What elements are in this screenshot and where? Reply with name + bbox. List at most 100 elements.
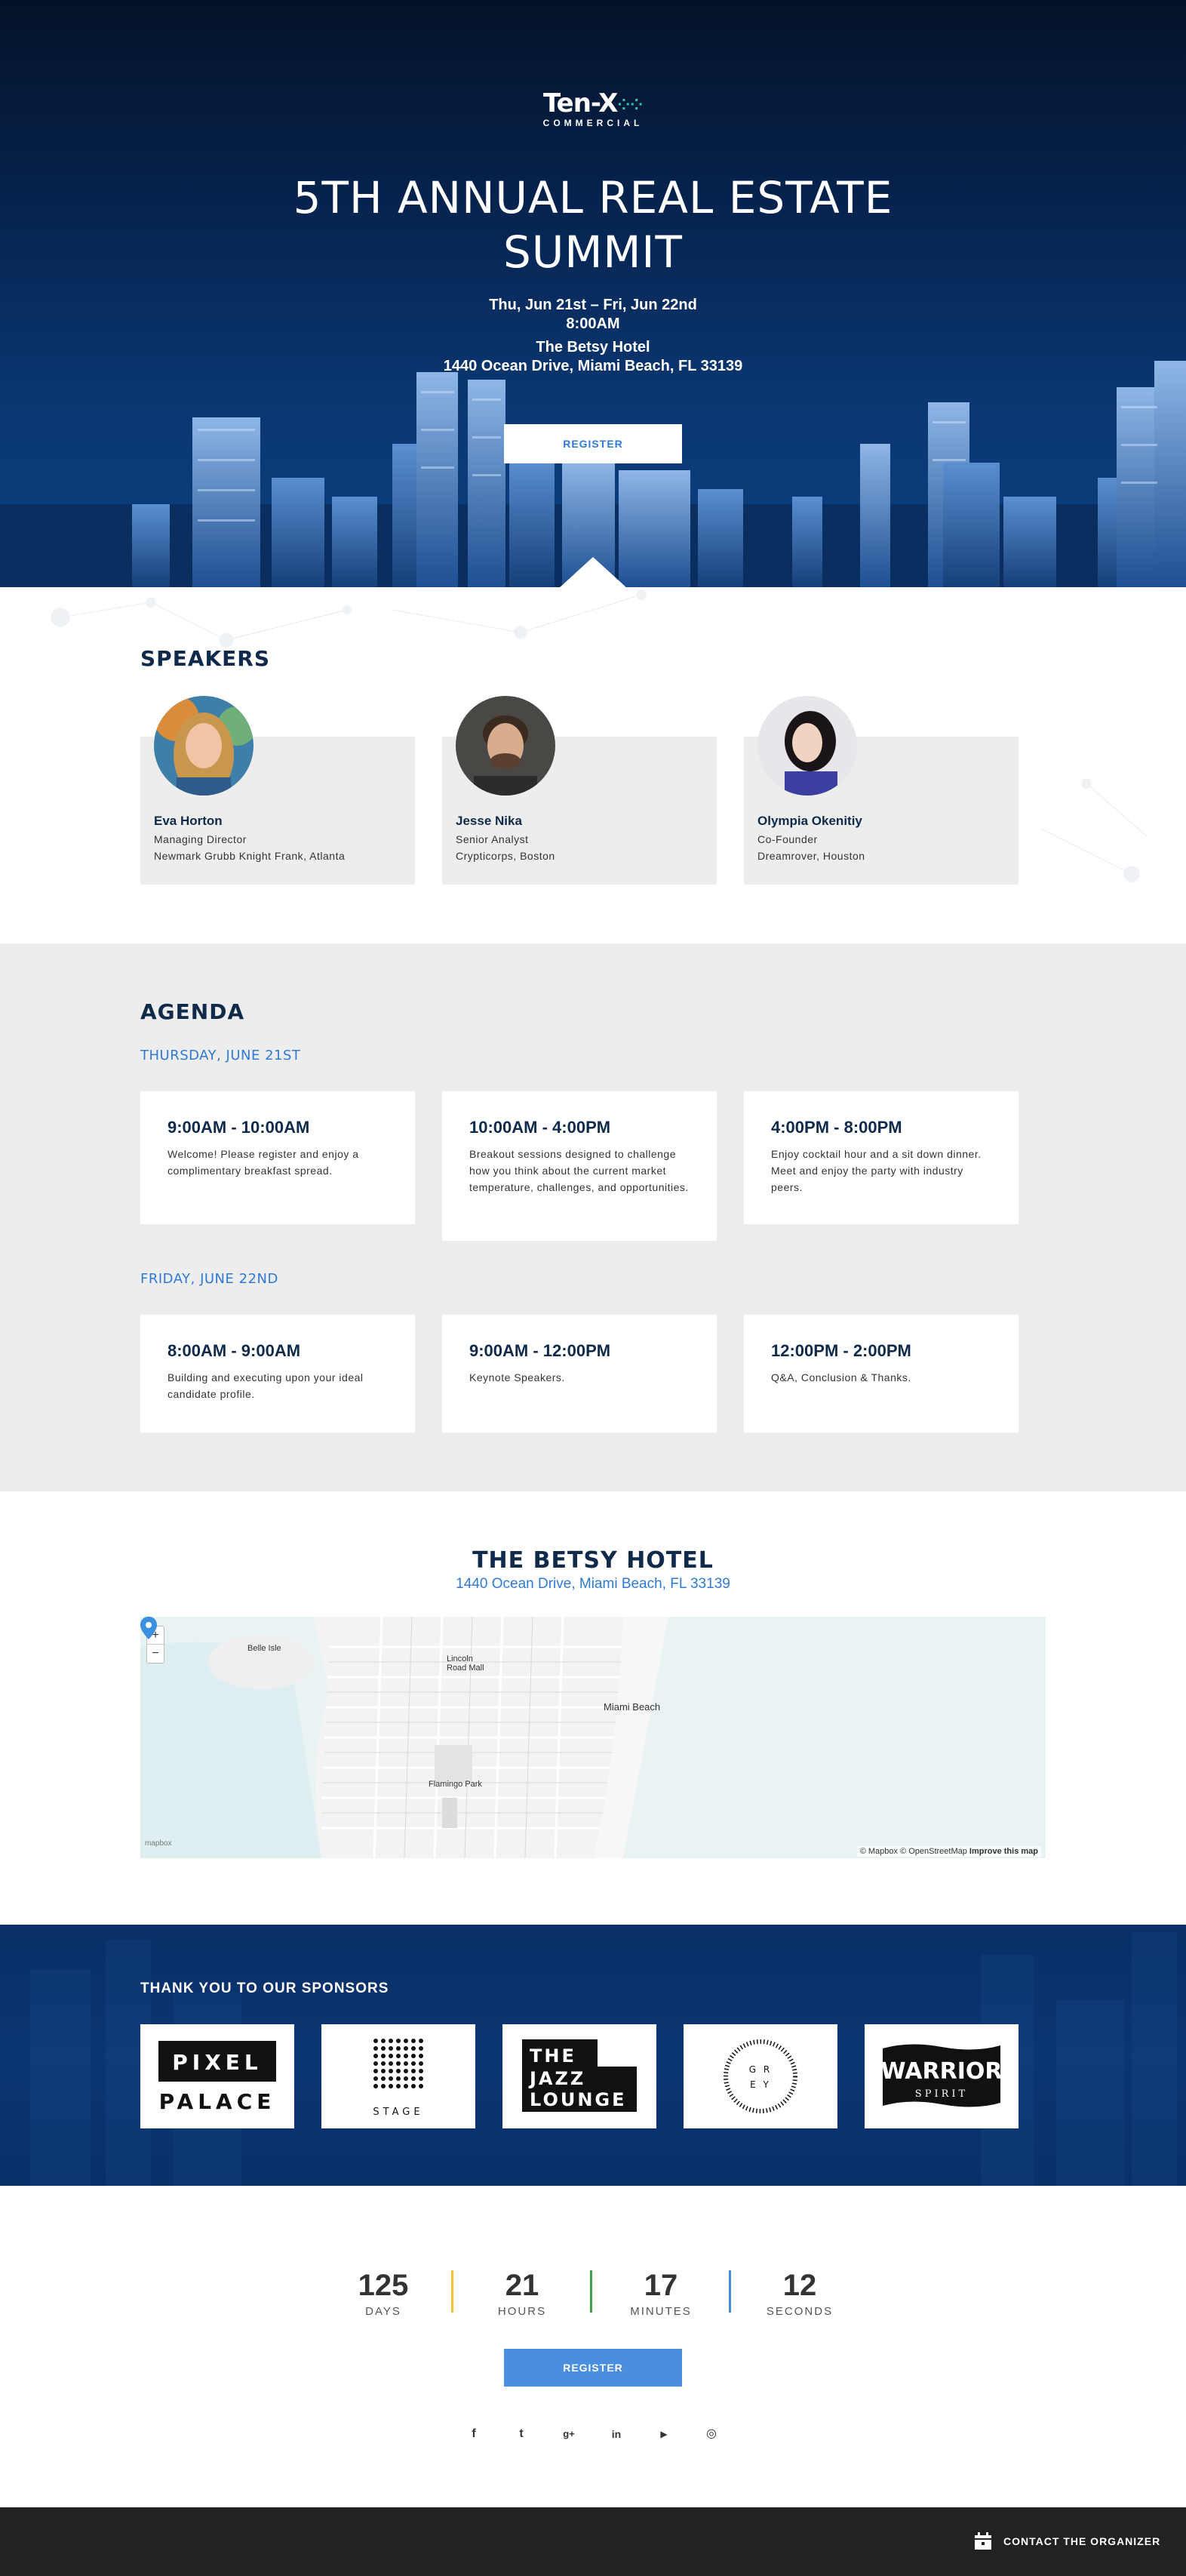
- sponsor-text: PALACE: [159, 2089, 276, 2114]
- contact-organizer-button[interactable]: CONTACT THE ORGANIZER: [973, 2528, 1160, 2554]
- ten-x-logo[interactable]: Ten-X⁘⁘ COMMERCIAL: [533, 91, 653, 130]
- speaker-card[interactable]: Jesse Nika Senior Analyst Crypticorps, B…: [442, 696, 717, 885]
- agenda-session-card: 10:00AM - 4:00PM Breakout sessions desig…: [442, 1091, 717, 1241]
- improve-map-link[interactable]: Improve this map: [969, 1847, 1038, 1856]
- stage-logo-dot: [404, 2069, 408, 2073]
- sponsor-text: WARRIOR: [881, 2058, 1003, 2085]
- session-time: 8:00AM - 9:00AM: [167, 1341, 301, 1360]
- session-description: Enjoy cocktail hour and a sit down dinne…: [771, 1148, 982, 1193]
- facebook-icon[interactable]: f: [464, 2424, 484, 2444]
- sponsor-text: THE: [530, 2045, 576, 2067]
- sponsor-logo-pixel-palace[interactable]: PIXEL PALACE: [140, 2024, 294, 2128]
- stage-logo-dot: [411, 2076, 416, 2081]
- speaker-avatar: [154, 696, 253, 796]
- stage-logo-dot: [419, 2061, 423, 2066]
- venue-address-link[interactable]: 1440 Ocean Drive, Miami Beach, FL 33139: [367, 1576, 819, 1593]
- session-description: Q&A, Conclusion & Thanks.: [771, 1371, 911, 1383]
- stage-logo-dot: [404, 2039, 408, 2043]
- countdown-label: MINUTES: [630, 2305, 692, 2318]
- sponsor-text: E Y: [750, 2079, 771, 2090]
- stage-logo-dot: [389, 2084, 393, 2088]
- stage-logo-dot: [381, 2084, 386, 2088]
- speaker-role: Senior Analyst: [456, 833, 529, 845]
- event-title: 5TH ANNUAL REAL ESTATE SUMMIT: [216, 171, 970, 279]
- session-description: Keynote Speakers.: [469, 1371, 565, 1383]
- stage-logo-dot: [381, 2061, 386, 2066]
- linkedin-icon[interactable]: in: [607, 2424, 626, 2444]
- stage-logo-dot: [381, 2076, 386, 2081]
- sponsor-logo-warrior-spirit[interactable]: WARRIOR SPIRIT: [865, 2024, 1019, 2128]
- stage-logo-dot: [404, 2046, 408, 2051]
- sponsor-logo-grey[interactable]: G R E Y: [684, 2024, 837, 2128]
- agenda-session-card: 9:00AM - 12:00PM Keynote Speakers.: [442, 1315, 717, 1433]
- speaker-card[interactable]: Eva Horton Managing Director Newmark Gru…: [140, 696, 415, 885]
- stage-logo-dot: [404, 2061, 408, 2066]
- agenda-session-card: 4:00PM - 8:00PM Enjoy cocktail hour and …: [744, 1091, 1019, 1224]
- map-attribution-text[interactable]: © Mapbox © OpenStreetMap: [860, 1847, 967, 1856]
- countdown-days: 125 DAYS: [334, 2269, 432, 2318]
- countdown-value: 21: [505, 2269, 539, 2302]
- hero-section: Ten-X⁘⁘ COMMERCIAL 5TH ANNUAL REAL ESTAT…: [0, 0, 1186, 587]
- stage-logo-dot: [373, 2069, 378, 2073]
- twitter-icon[interactable]: t: [512, 2424, 531, 2444]
- footer-register-button[interactable]: REGISTER: [504, 2349, 682, 2387]
- stage-logo-dot: [419, 2084, 423, 2088]
- sponsor-text: PIXEL: [172, 2050, 263, 2075]
- stage-logo-dot: [389, 2054, 393, 2058]
- speaker-organization: Newmark Grubb Knight Frank, Atlanta: [154, 850, 346, 862]
- countdown-label: HOURS: [497, 2305, 547, 2318]
- stage-logo-dot: [396, 2069, 401, 2073]
- stage-logo-dot: [389, 2061, 393, 2066]
- stage-logo-dot: [373, 2061, 378, 2066]
- map-marker-icon[interactable]: [140, 1617, 157, 1639]
- speaker-role: Managing Director: [154, 833, 247, 845]
- youtube-icon[interactable]: ▶: [654, 2424, 674, 2444]
- section-notch: [558, 557, 628, 587]
- map-label-miami-beach: Miami Beach: [604, 1701, 661, 1713]
- hero-register-button[interactable]: REGISTER: [504, 424, 682, 463]
- stage-logo-dot: [419, 2076, 423, 2081]
- stage-logo-dot: [373, 2054, 378, 2058]
- stage-logo-dot: [396, 2076, 401, 2081]
- stage-logo-dot: [381, 2069, 386, 2073]
- stage-logo-dot: [419, 2046, 423, 2051]
- stage-logo-dot: [389, 2046, 393, 2051]
- sponsor-logo-jazz-lounge[interactable]: THE JAZZ LOUNGE: [502, 2024, 656, 2128]
- sponsors-title: THANK YOU TO OUR SPONSORS: [140, 1980, 389, 1996]
- agenda-session-card: 9:00AM - 10:00AM Welcome! Please registe…: [140, 1091, 415, 1224]
- stage-logo-dot: [404, 2054, 408, 2058]
- logo-wordmark: Ten-X: [542, 88, 618, 118]
- event-title-line-1: 5TH ANNUAL REAL ESTATE: [293, 172, 893, 223]
- stage-logo-dot: [389, 2076, 393, 2081]
- logo-dots-icon: ⁘⁘: [617, 95, 643, 114]
- speakers-section: SPEAKERS Eva Horton Managing Director Ne…: [0, 587, 1186, 943]
- stage-logo-dot: [381, 2039, 386, 2043]
- calendar-icon: [975, 2532, 991, 2550]
- stage-logo-dot: [373, 2084, 378, 2088]
- agenda-section: AGENDA THURSDAY, JUNE 21ST 9:00AM - 10:0…: [0, 943, 1186, 1491]
- stage-logo-dot: [381, 2054, 386, 2058]
- speaker-card[interactable]: Olympia Okenitiy Co-Founder Dreamrover, …: [744, 696, 1019, 885]
- event-time: 8:00AM: [566, 315, 620, 332]
- countdown-value: 12: [782, 2269, 817, 2302]
- google-plus-icon[interactable]: g+: [559, 2424, 579, 2444]
- zoom-out-button[interactable]: −: [147, 1645, 164, 1663]
- stage-logo-dot: [404, 2076, 408, 2081]
- sponsor-logo-stage[interactable]: STAGE: [321, 2024, 475, 2128]
- contact-organizer-label: CONTACT THE ORGANIZER: [1003, 2535, 1161, 2547]
- speaker-avatar: [456, 696, 555, 796]
- sponsor-text: SPIRIT: [915, 2088, 968, 2100]
- stage-logo-dot: [419, 2039, 423, 2043]
- stage-logo-dot: [381, 2046, 386, 2051]
- stage-logo-dot: [396, 2061, 401, 2066]
- stage-logo-dot: [396, 2046, 401, 2051]
- stage-logo-dot: [419, 2054, 423, 2058]
- venue-map[interactable]: + − Belle Isle Lincoln Road Mall Miami B…: [140, 1617, 1046, 1858]
- mapbox-logo[interactable]: mapbox: [145, 1839, 172, 1848]
- countdown-seconds: 12 SECONDS: [751, 2269, 849, 2318]
- venue-name: The Betsy Hotel: [536, 339, 650, 355]
- sponsors-section: THANK YOU TO OUR SPONSORS PIXEL PALACE S…: [0, 1925, 1186, 2186]
- venue-title: THE BETSY HOTEL: [472, 1547, 714, 1574]
- instagram-icon[interactable]: ◎: [702, 2424, 721, 2444]
- speaker-name: Olympia Okenitiy: [757, 814, 862, 828]
